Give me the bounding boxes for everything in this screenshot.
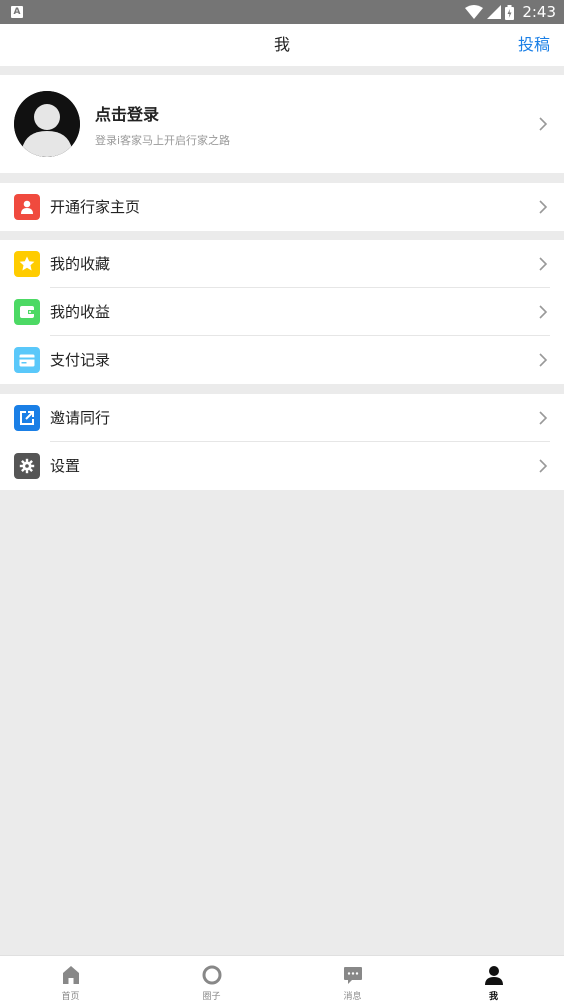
chevron-right-icon [539, 353, 548, 367]
default-avatar-icon [14, 91, 80, 157]
status-bar: A 2:43 [0, 0, 564, 24]
tab-messages[interactable]: 消息 [282, 956, 423, 1003]
menu-item-payment-records[interactable]: 支付记录 [0, 336, 564, 384]
chevron-right-icon [539, 200, 548, 214]
app-notification-icon: A [11, 6, 23, 18]
login-card[interactable]: 点击登录 登录i客家马上开启行家之路 [0, 75, 564, 173]
menu-item-label: 开通行家主页 [50, 198, 141, 216]
login-title: 点击登录 [95, 105, 160, 124]
battery-icon [505, 4, 515, 20]
wallet-icon [14, 299, 40, 325]
wifi-icon [465, 5, 484, 19]
tab-label: 我 [488, 992, 498, 1002]
menu-item-settings[interactable]: 设置 [0, 442, 564, 490]
tab-home[interactable]: 首页 [0, 956, 141, 1003]
chevron-right-icon [539, 117, 548, 131]
share-icon [14, 405, 40, 431]
menu-group-host: 开通行家主页 [0, 183, 564, 231]
gear-icon [14, 453, 40, 479]
chevron-right-icon [539, 305, 548, 319]
circle-icon [202, 965, 221, 985]
menu-item-label: 我的收益 [50, 303, 111, 321]
menu-item-label: 邀请同行 [50, 409, 111, 427]
menu-item-label: 我的收藏 [50, 255, 111, 273]
menu-item-earnings[interactable]: 我的收益 [0, 288, 564, 336]
chevron-right-icon [539, 459, 548, 473]
menu-group-more: 邀请同行 设置 [0, 394, 564, 490]
status-indicators: 2:43 [465, 0, 556, 24]
clock: 2:43 [522, 3, 556, 21]
chat-icon [343, 967, 362, 984]
menu-item-favorites[interactable]: 我的收藏 [0, 240, 564, 288]
bottom-tab-bar: 首页 圈子 消息 我 [0, 955, 564, 1003]
chevron-right-icon [539, 257, 548, 271]
submit-post-button[interactable]: 投稿 [518, 24, 550, 66]
home-icon [62, 966, 79, 984]
star-icon [14, 251, 40, 277]
menu-item-label: 设置 [50, 457, 81, 475]
menu-item-invite[interactable]: 邀请同行 [0, 394, 564, 442]
menu-item-open-host-page[interactable]: 开通行家主页 [0, 183, 564, 231]
chevron-right-icon [539, 411, 548, 425]
tab-me[interactable]: 我 [423, 956, 564, 1003]
menu-item-label: 支付记录 [50, 351, 111, 369]
avatar [14, 91, 80, 157]
card-icon [14, 347, 40, 373]
tab-label: 首页 [61, 992, 80, 1002]
tab-circle[interactable]: 圈子 [141, 956, 282, 1003]
page-title: 我 [273, 35, 290, 54]
person-icon [14, 194, 40, 220]
tab-label: 消息 [343, 992, 362, 1002]
tab-label: 圈子 [202, 992, 221, 1002]
user-icon [484, 966, 503, 985]
top-bar: 我 投稿 [0, 24, 564, 66]
signal-icon [487, 5, 502, 19]
login-subtitle: 登录i客家马上开启行家之路 [95, 134, 231, 147]
menu-group-account: 我的收藏 我的收益 支付记录 [0, 240, 564, 384]
